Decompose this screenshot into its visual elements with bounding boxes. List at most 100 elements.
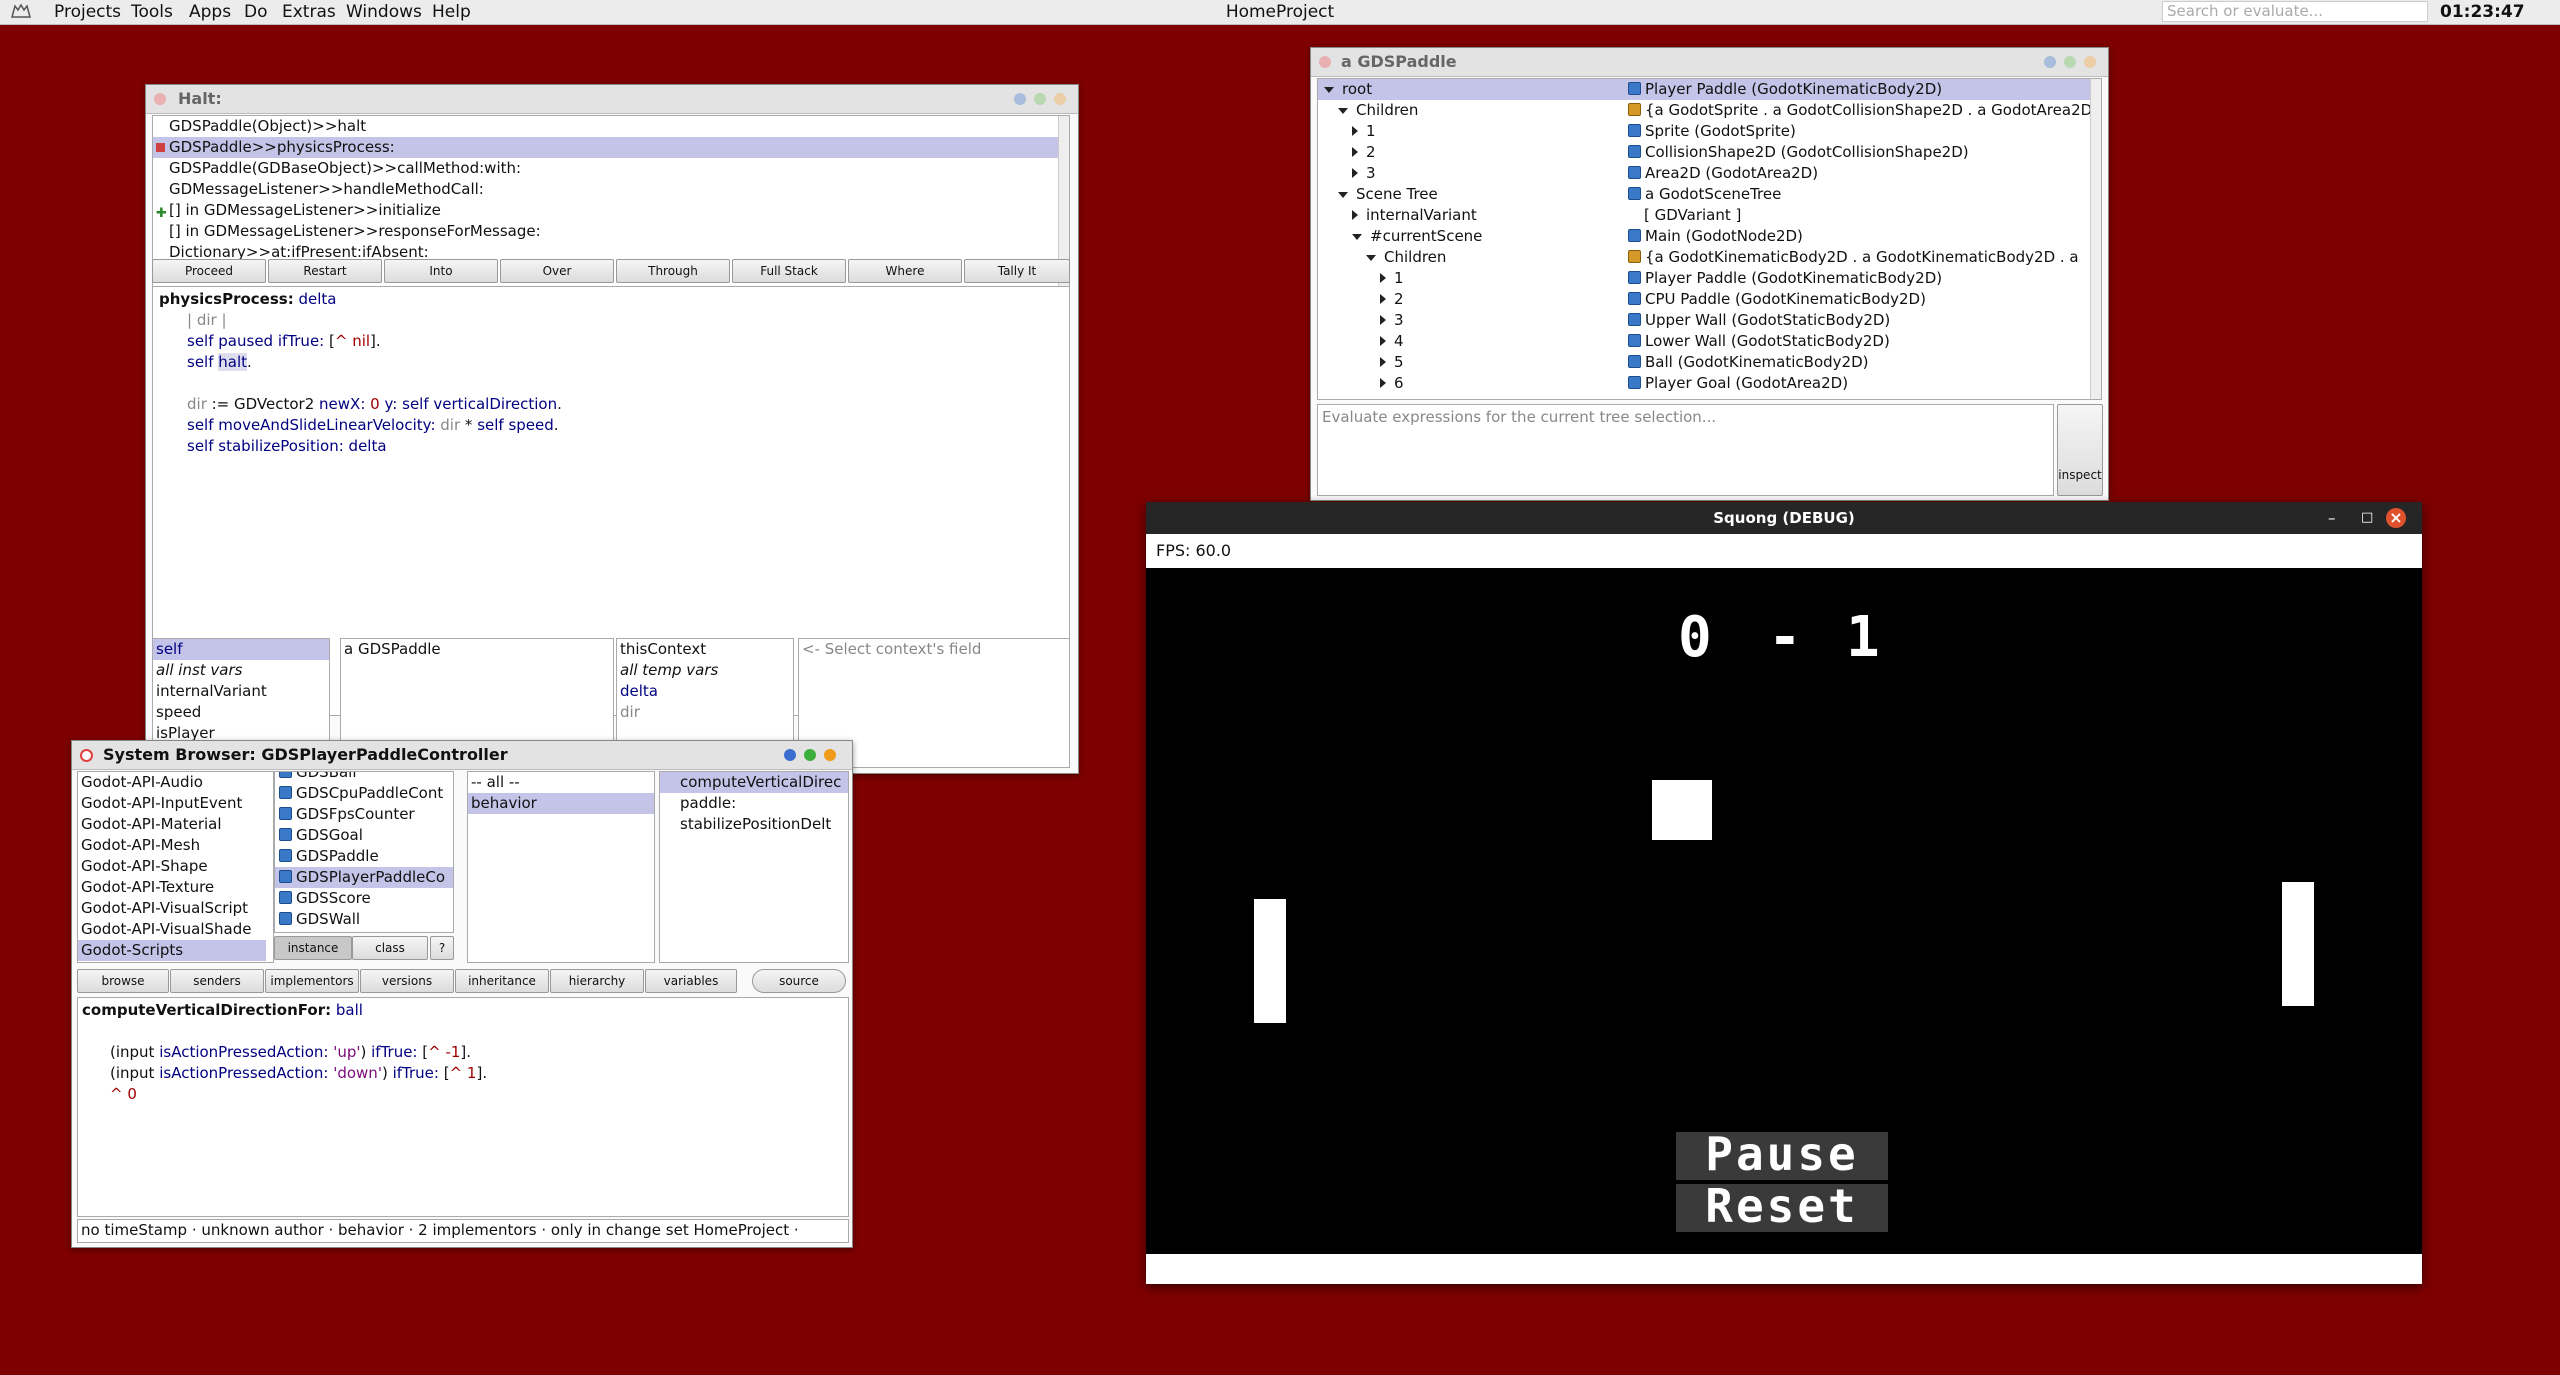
package-item[interactable]: Godot-API-Shape — [78, 856, 273, 877]
collapsed-arrow-icon[interactable] — [1380, 357, 1386, 367]
evaluate-input[interactable]: Evaluate expressions for the current tre… — [1317, 404, 2054, 496]
expanded-arrow-icon[interactable] — [1366, 254, 1376, 261]
class-item-selected[interactable]: GDSPlayerPaddleCo — [275, 867, 453, 888]
package-item-selected[interactable]: Godot-Scripts — [78, 940, 266, 961]
object-tree[interactable]: root Player Paddle (GodotKinematicBody2D)… — [1317, 78, 2102, 400]
through-button[interactable]: Through — [616, 259, 730, 283]
tree-node[interactable]: 2 CollisionShape2D (GodotCollisionShape2D… — [1318, 142, 2101, 163]
class-toggle[interactable]: class — [352, 936, 428, 960]
method-item-selected[interactable]: computeVerticalDirec — [660, 772, 848, 793]
menu-windows[interactable]: Windows — [346, 2, 422, 22]
package-item[interactable]: Godot-API-Texture — [78, 877, 273, 898]
scrollbar[interactable] — [2090, 79, 2101, 399]
expanded-arrow-icon[interactable] — [1338, 191, 1348, 198]
class-list[interactable]: GDSBall GDSCpuPaddleCont GDSFpsCounter G… — [274, 771, 454, 933]
field-all-temp-vars[interactable]: all temp vars — [617, 660, 793, 681]
tree-node[interactable]: 4 Lower Wall (GodotStaticBody2D) — [1318, 331, 2101, 352]
menu-help[interactable]: Help — [432, 2, 471, 22]
tree-node[interactable]: #currentScene Main (GodotNode2D) — [1318, 226, 2101, 247]
implementors-button[interactable]: implementors — [265, 969, 359, 993]
collapsed-arrow-icon[interactable] — [1352, 126, 1358, 136]
minimize-icon[interactable]: – — [2328, 502, 2336, 534]
menu-extras[interactable]: Extras — [282, 2, 336, 22]
class-item[interactable]: GDSBall — [275, 772, 453, 783]
stack-frame[interactable]: GDMessageListener>>handleMethodCall: — [153, 179, 1069, 200]
tree-node[interactable]: 3 Area2D (GodotArea2D) — [1318, 163, 2101, 184]
collapsed-arrow-icon[interactable] — [1380, 294, 1386, 304]
menu-tools[interactable]: Tools — [131, 2, 173, 22]
package-list[interactable]: Godot-API-Audio Godot-API-InputEvent God… — [77, 771, 274, 963]
tree-node[interactable]: Children {a GodotKinematicBody2D . a Godo… — [1318, 247, 2101, 268]
package-item[interactable]: Godot-API-Material — [78, 814, 273, 835]
class-item[interactable]: GDSGoal — [275, 825, 453, 846]
maximize-icon[interactable]: □ — [2361, 502, 2373, 534]
menu-icon[interactable] — [784, 749, 796, 761]
help-toggle[interactable]: ? — [430, 936, 454, 960]
package-item[interactable]: Godot-API-VisualShade — [78, 919, 273, 940]
method-item[interactable]: stabilizePositionDelt — [660, 814, 848, 835]
class-item[interactable]: GDSFpsCounter — [275, 804, 453, 825]
maximize-icon[interactable] — [2064, 56, 2076, 68]
field-self[interactable]: self — [153, 639, 329, 660]
game-title-bar[interactable]: Squong (DEBUG) – □ × — [1146, 502, 2422, 534]
class-item[interactable]: GDSPaddle — [275, 846, 453, 867]
stack-frame-selected[interactable]: GDSPaddle>>physicsProcess: — [153, 137, 1069, 158]
tree-node[interactable]: Scene Tree a GodotSceneTree — [1318, 184, 2101, 205]
class-item[interactable]: GDSCpuPaddleCont — [275, 783, 453, 804]
field-internal-variant[interactable]: internalVariant — [153, 681, 329, 702]
collapsed-arrow-icon[interactable] — [1380, 315, 1386, 325]
protocol-item-selected[interactable]: behavior — [468, 793, 654, 814]
maximize-icon[interactable] — [1034, 93, 1046, 105]
close-icon[interactable] — [154, 93, 166, 105]
expanded-arrow-icon[interactable] — [1352, 233, 1362, 240]
expanded-arrow-icon[interactable] — [1338, 107, 1348, 114]
full-stack-button[interactable]: Full Stack — [732, 259, 846, 283]
menu-projects[interactable]: Projects — [54, 2, 121, 22]
instance-toggle[interactable]: instance — [274, 936, 352, 960]
stack-frame[interactable]: GDSPaddle(GDBaseObject)>>callMethod:with… — [153, 158, 1069, 179]
field-speed[interactable]: speed — [153, 702, 329, 723]
squeak-logo-icon[interactable] — [10, 3, 32, 20]
tree-node[interactable]: 1 Player Paddle (GodotKinematicBody2D) — [1318, 268, 2101, 289]
minimize-icon[interactable] — [2084, 56, 2096, 68]
method-item[interactable]: paddle: — [660, 793, 848, 814]
tree-node[interactable]: 2 CPU Paddle (GodotKinematicBody2D) — [1318, 289, 2101, 310]
tree-node[interactable]: 5 Ball (GodotKinematicBody2D) — [1318, 352, 2101, 373]
pause-button[interactable]: Pause — [1676, 1131, 1888, 1180]
menu-icon[interactable] — [1014, 93, 1026, 105]
browse-button[interactable]: browse — [77, 969, 169, 993]
source-button[interactable]: source — [752, 969, 846, 993]
protocol-list[interactable]: -- all -- behavior — [467, 771, 655, 963]
tree-node[interactable]: 6 Player Goal (GodotArea2D) — [1318, 373, 2101, 394]
inheritance-button[interactable]: inheritance — [455, 969, 549, 993]
menu-do[interactable]: Do — [244, 2, 268, 22]
search-input[interactable]: Search or evaluate... — [2162, 1, 2428, 22]
close-icon[interactable] — [80, 749, 93, 762]
expanded-arrow-icon[interactable] — [1324, 86, 1334, 93]
protocol-item[interactable]: -- all -- — [468, 772, 654, 793]
package-item[interactable]: Godot-API-InputEvent — [78, 793, 273, 814]
collapsed-arrow-icon[interactable] — [1352, 168, 1358, 178]
stack-frame[interactable]: ✚[] in GDMessageListener>>initialize — [153, 200, 1069, 221]
collapsed-arrow-icon[interactable] — [1380, 273, 1386, 283]
inspect-button[interactable]: inspect — [2057, 404, 2103, 496]
inspector-title-bar[interactable]: a GDSPaddle — [1311, 48, 2108, 77]
stack-frame[interactable]: [] in GDMessageListener>>responseForMess… — [153, 221, 1069, 242]
senders-button[interactable]: senders — [170, 969, 264, 993]
close-icon[interactable]: × — [2386, 508, 2406, 528]
package-item[interactable]: Godot-API-Audio — [78, 772, 273, 793]
collapsed-arrow-icon[interactable] — [1352, 210, 1358, 220]
stack-frame[interactable]: GDSPaddle(Object)>>halt — [153, 116, 1069, 137]
debugger-title-bar[interactable]: Halt: — [146, 85, 1078, 114]
collapsed-arrow-icon[interactable] — [1380, 378, 1386, 388]
proceed-button[interactable]: Proceed — [152, 259, 266, 283]
class-item[interactable]: GDSScore — [275, 888, 453, 909]
into-button[interactable]: Into — [384, 259, 498, 283]
field-this-context[interactable]: thisContext — [617, 639, 793, 660]
close-icon[interactable] — [1319, 56, 1331, 68]
class-item[interactable]: GDSWall — [275, 909, 453, 930]
where-button[interactable]: Where — [848, 259, 962, 283]
over-button[interactable]: Over — [500, 259, 614, 283]
browser-title-bar[interactable]: System Browser: GDSPlayerPaddleControlle… — [72, 741, 852, 770]
field-all-inst-vars[interactable]: all inst vars — [153, 660, 329, 681]
